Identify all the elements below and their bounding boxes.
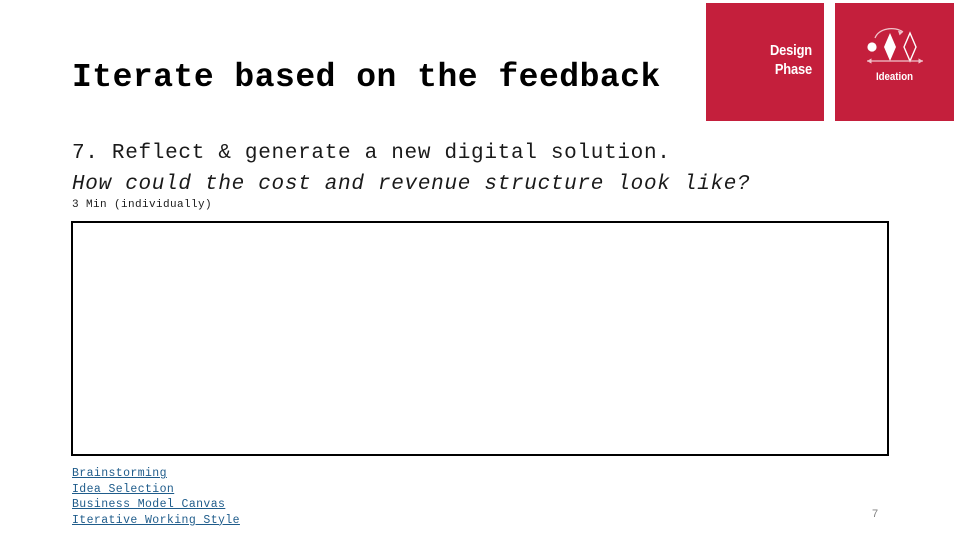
ideation-diamonds-icon — [859, 25, 931, 67]
prompt-instruction: 7. Reflect & generate a new digital solu… — [72, 142, 671, 165]
prompt-question: How could the cost and revenue structure… — [72, 173, 751, 196]
footer-link-iterative-working-style[interactable]: Iterative Working Style — [72, 513, 240, 529]
badge-ideation-label: Ideation — [875, 71, 914, 83]
badge-ideation: Ideation — [835, 3, 954, 121]
answer-input-area[interactable] — [71, 221, 889, 456]
slide-canvas: Iterate based on the feedback Design Pha… — [0, 0, 960, 540]
footer-link-brainstorming[interactable]: Brainstorming — [72, 466, 240, 482]
badge-design-phase-line2: Phase — [774, 61, 812, 78]
badge-design-phase-label: Design Phase — [729, 41, 812, 79]
page-number: 7 — [872, 508, 879, 520]
badge-design-phase: Design Phase — [706, 3, 824, 121]
prompt-duration: 3 Min (individually) — [72, 199, 213, 211]
footer-link-business-model-canvas[interactable]: Business Model Canvas — [72, 497, 240, 513]
footer-link-list: Brainstorming Idea Selection Business Mo… — [72, 466, 240, 528]
footer-link-idea-selection[interactable]: Idea Selection — [72, 482, 240, 498]
page-title: Iterate based on the feedback — [72, 59, 661, 96]
badge-design-phase-line1: Design — [770, 42, 812, 59]
